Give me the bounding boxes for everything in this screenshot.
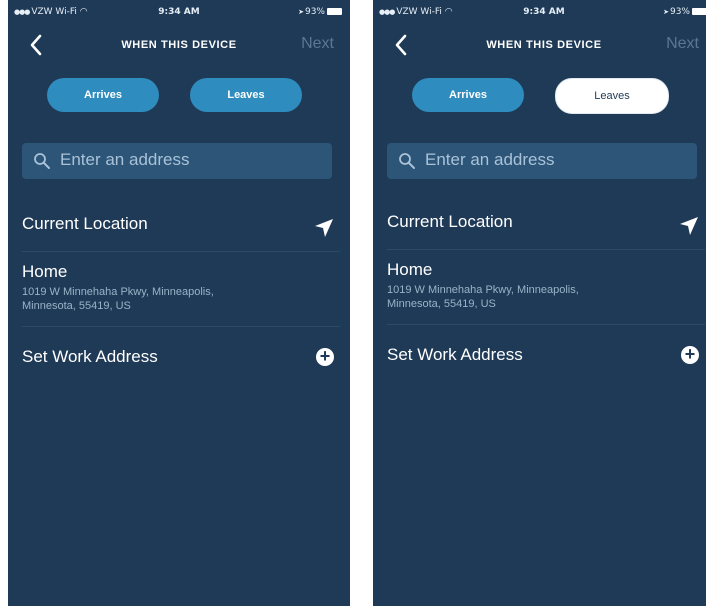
location-arrow-icon[interactable] [679,216,699,236]
next-button[interactable]: Next [666,35,699,53]
add-work-address-icon[interactable]: + [316,346,334,366]
status-bar: ●●● VZW Wi-Fi ◠ 9:34 AM ➤93% [373,4,706,20]
divider [22,251,340,252]
address-search-input[interactable]: Enter an address [22,143,332,179]
home-address-line-1: 1019 W Minnehaha Pkwy, Minneapolis, [22,286,214,298]
home-location-title[interactable]: Home [22,262,67,282]
divider [387,249,705,250]
nav-bar: WHEN THIS DEVICE Next [373,30,706,64]
battery-indicator: ➤93% [663,7,706,17]
phone-screen-arrives: ●●● VZW Wi-Fi ◠ 9:34 AM ➤93% WHEN THIS DE… [8,0,350,606]
divider [22,326,340,327]
next-button[interactable]: Next [301,35,334,53]
leaves-toggle-button[interactable]: Leaves [555,78,669,114]
home-location-title[interactable]: Home [387,260,432,280]
location-services-icon: ➤ [298,7,304,16]
home-address-line-2: Minnesota, 55419, US [22,300,131,312]
address-search-input[interactable]: Enter an address [387,143,697,179]
arrives-toggle-button[interactable]: Arrives [47,78,159,112]
page-title: WHEN THIS DEVICE [486,39,602,51]
current-location-item[interactable]: Current Location [387,212,513,232]
nav-bar: WHEN THIS DEVICE Next [8,30,350,64]
clock: 9:34 AM [523,7,565,17]
leaves-toggle-button[interactable]: Leaves [190,78,302,112]
current-location-item[interactable]: Current Location [22,214,148,234]
page-title: WHEN THIS DEVICE [121,39,237,51]
location-arrow-icon[interactable] [314,218,334,238]
battery-icon [327,8,342,15]
status-bar: ●●● VZW Wi-Fi ◠ 9:34 AM ➤93% [8,4,350,20]
search-icon [399,153,415,169]
battery-icon [692,8,706,15]
search-placeholder: Enter an address [60,150,190,169]
divider [387,324,705,325]
search-icon [34,153,50,169]
set-work-address-item[interactable]: Set Work Address [22,347,158,367]
arrives-toggle-button[interactable]: Arrives [412,78,524,112]
add-work-address-icon[interactable]: + [681,344,699,364]
battery-indicator: ➤93% [298,7,342,17]
search-placeholder: Enter an address [425,150,555,169]
phone-screen-leaves: ●●● VZW Wi-Fi ◠ 9:34 AM ➤93% WHEN THIS DE… [373,0,706,606]
home-address-line-1: 1019 W Minnehaha Pkwy, Minneapolis, [387,284,579,296]
location-services-icon: ➤ [663,7,669,16]
set-work-address-item[interactable]: Set Work Address [387,345,523,365]
home-address-line-2: Minnesota, 55419, US [387,298,496,310]
